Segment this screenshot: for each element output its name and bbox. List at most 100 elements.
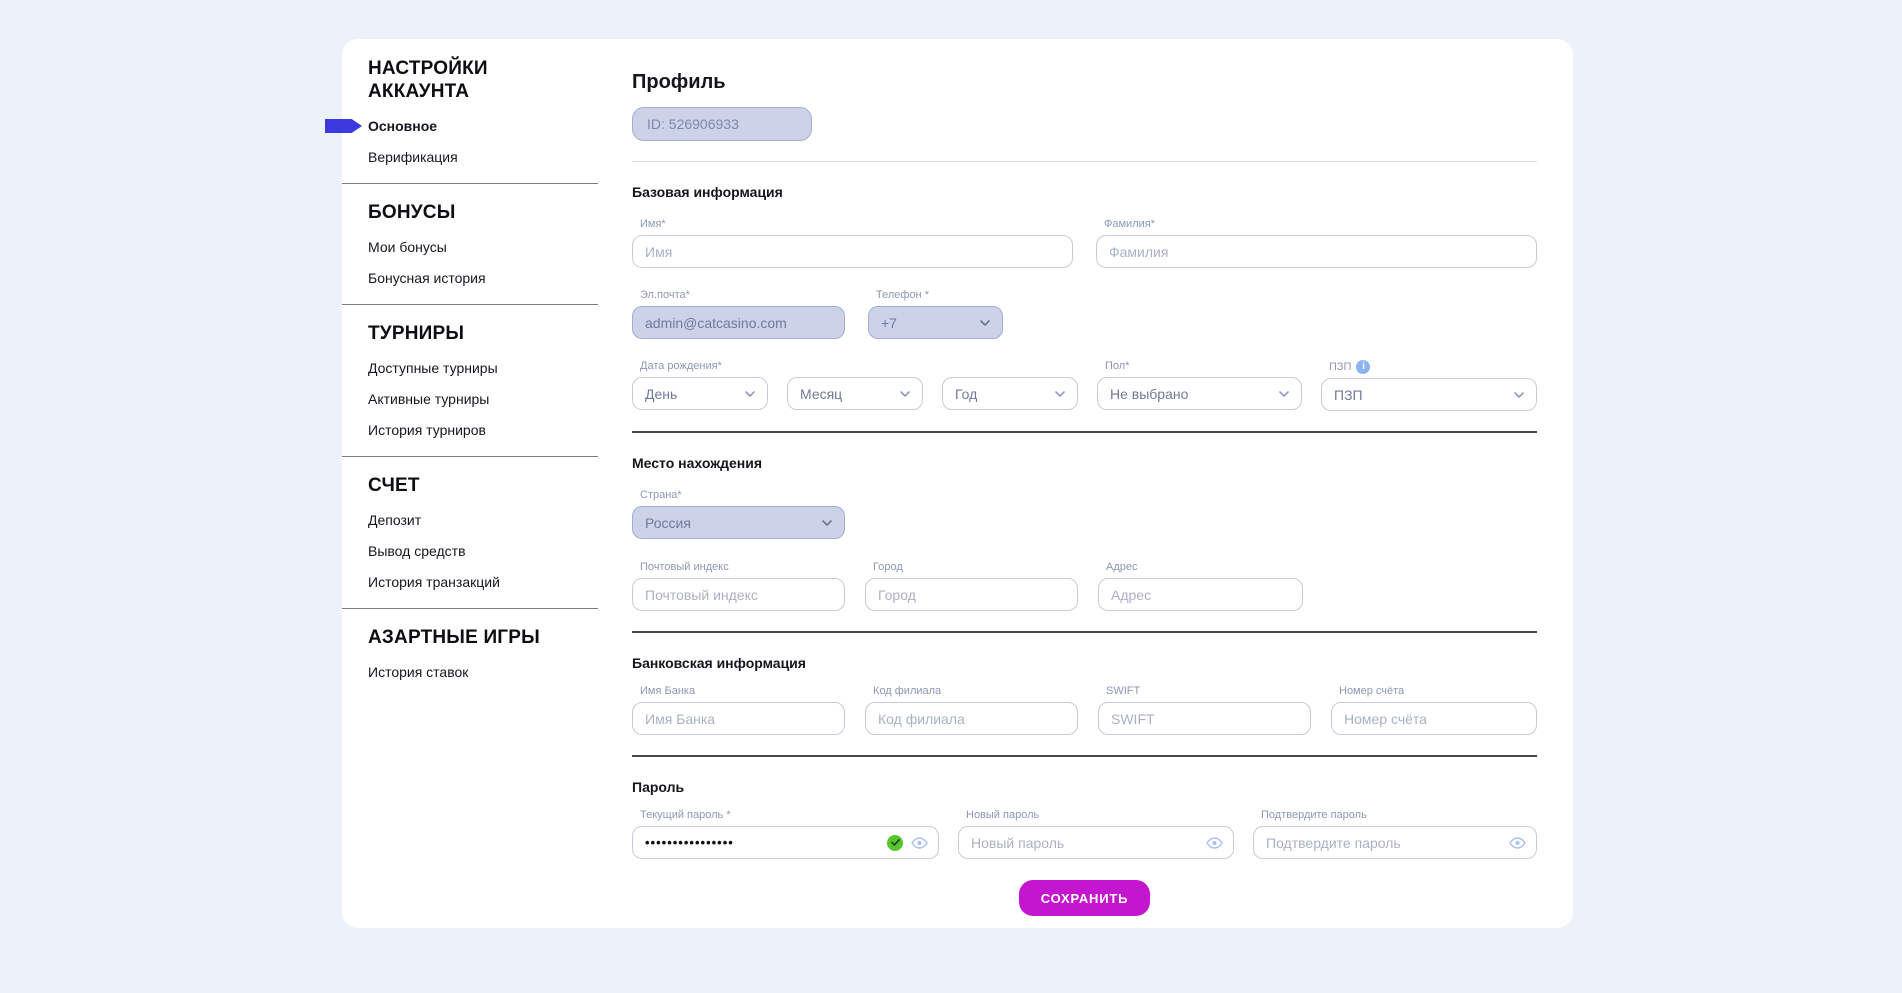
save-button-container: СОХРАНИТЬ — [632, 880, 1537, 916]
sidebar-item-label: Верификация — [368, 149, 458, 165]
confirm-password-input[interactable] — [1253, 826, 1537, 859]
sidebar-item-tournament-history[interactable]: История турниров — [368, 422, 572, 438]
bank-name-label: Имя Банка — [640, 685, 845, 698]
sidebar-item-deposit[interactable]: Депозит — [368, 512, 572, 528]
sidebar-item-my-bonuses[interactable]: Мои бонусы — [368, 239, 572, 255]
gender-field: Пол* Не выбрано — [1097, 360, 1302, 411]
pzp-label-text: ПЗП — [1329, 361, 1351, 374]
address-input[interactable] — [1098, 578, 1303, 611]
new-password-label: Новый пароль — [966, 809, 1234, 822]
sidebar-item-label: Основное — [368, 118, 437, 134]
postal-code-input[interactable] — [632, 578, 845, 611]
password-row: Текущий пароль * Новый пароль — [632, 809, 1537, 859]
last-name-input[interactable] — [1096, 235, 1537, 268]
sidebar-heading-account-settings: НАСТРОЙКИ АККАУНТА — [368, 57, 572, 103]
birth-year-label — [950, 360, 1078, 373]
page-title: Профиль — [632, 70, 1537, 94]
sidebar-item-active-tournaments[interactable]: Активные турниры — [368, 391, 572, 407]
sidebar-item-bonus-history[interactable]: Бонусная история — [368, 270, 572, 286]
current-password-field: Текущий пароль * — [632, 809, 939, 859]
new-password-field: Новый пароль — [958, 809, 1234, 859]
account-number-input[interactable] — [1331, 702, 1537, 735]
sidebar-heading-bonuses: БОНУСЫ — [368, 201, 572, 224]
gender-value: Не выбрано — [1110, 386, 1188, 402]
birth-year-value: Год — [955, 386, 977, 402]
branch-code-input[interactable] — [865, 702, 1078, 735]
profile-main: Профиль ID: 526906933 Базовая информация… — [598, 39, 1573, 928]
chevron-down-icon — [980, 320, 990, 326]
swift-label: SWIFT — [1106, 685, 1311, 698]
country-select: Россия — [632, 506, 845, 539]
birth-year-select[interactable]: Год — [942, 377, 1078, 410]
sidebar-section-account: НАСТРОЙКИ АККАУНТА Основное Верификация — [342, 39, 598, 184]
chevron-down-icon — [900, 391, 910, 397]
sidebar: НАСТРОЙКИ АККАУНТА Основное Верификация … — [342, 39, 598, 928]
sidebar-section-account-money: СЧЕТ Депозит Вывод средств История транз… — [342, 457, 598, 609]
city-input[interactable] — [865, 578, 1078, 611]
first-name-field: Имя* — [632, 218, 1073, 268]
location-heading: Место нахождения — [632, 454, 1537, 472]
phone-code-select: +7 — [868, 306, 1003, 339]
country-row: Страна* Россия — [632, 489, 1537, 539]
sidebar-heading-gambling: АЗАРТНЫЕ ИГРЫ — [368, 626, 572, 649]
current-password-label: Текущий пароль * — [640, 809, 939, 822]
birth-month-value: Месяц — [800, 386, 842, 402]
sidebar-item-main[interactable]: Основное — [368, 118, 572, 134]
phone-label: Телефон * — [876, 289, 1003, 302]
eye-icon[interactable] — [1206, 837, 1223, 849]
sidebar-item-available-tournaments[interactable]: Доступные турниры — [368, 360, 572, 376]
city-label: Город — [873, 561, 1078, 574]
account-number-field: Номер счёта — [1331, 685, 1537, 735]
eye-icon[interactable] — [1509, 837, 1526, 849]
chevron-down-icon — [822, 520, 832, 526]
country-value: Россия — [645, 515, 691, 531]
info-icon[interactable]: i — [1356, 360, 1370, 374]
sidebar-item-label: История турниров — [368, 422, 486, 438]
eye-icon[interactable] — [911, 837, 928, 849]
sidebar-item-verification[interactable]: Верификация — [368, 149, 572, 165]
last-name-label: Фамилия* — [1104, 218, 1537, 231]
sidebar-item-transaction-history[interactable]: История транзакций — [368, 574, 572, 590]
new-password-input[interactable] — [958, 826, 1234, 859]
birth-day-field: Дата рождения* День — [632, 360, 768, 411]
swift-field: SWIFT — [1098, 685, 1311, 735]
section-divider — [632, 161, 1537, 162]
sidebar-section-gambling: АЗАРТНЫЕ ИГРЫ История ставок — [342, 609, 598, 698]
sidebar-item-label: Депозит — [368, 512, 421, 528]
active-item-arrow-icon — [325, 119, 362, 133]
email-field: Эл.почта* — [632, 289, 845, 339]
sidebar-item-label: Вывод средств — [368, 543, 466, 559]
phone-code-value: +7 — [881, 315, 897, 331]
postal-code-field: Почтовый индекс — [632, 561, 845, 611]
section-divider — [632, 631, 1537, 633]
birth-month-select[interactable]: Месяц — [787, 377, 923, 410]
address-row: Почтовый индекс Город Адрес — [632, 561, 1537, 611]
gender-select[interactable]: Не выбрано — [1097, 377, 1302, 410]
save-button[interactable]: СОХРАНИТЬ — [1019, 880, 1151, 916]
chevron-down-icon — [1279, 391, 1289, 397]
account-settings-card: НАСТРОЙКИ АККАУНТА Основное Верификация … — [342, 39, 1573, 928]
sidebar-item-withdrawal[interactable]: Вывод средств — [368, 543, 572, 559]
first-name-input[interactable] — [632, 235, 1073, 268]
birth-month-label — [795, 360, 923, 373]
section-divider — [632, 431, 1537, 433]
swift-input[interactable] — [1098, 702, 1311, 735]
postal-code-label: Почтовый индекс — [640, 561, 845, 574]
sidebar-section-bonuses: БОНУСЫ Мои бонусы Бонусная история — [342, 184, 598, 305]
pzp-select[interactable]: ПЗП — [1321, 378, 1537, 411]
branch-code-field: Код филиала — [865, 685, 1078, 735]
profile-id-field: ID: 526906933 — [632, 107, 812, 141]
birth-gender-row: Дата рождения* День Месяц — [632, 360, 1537, 411]
sidebar-item-bet-history[interactable]: История ставок — [368, 664, 572, 680]
birth-day-select[interactable]: День — [632, 377, 768, 410]
sidebar-item-label: Активные турниры — [368, 391, 489, 407]
sidebar-item-label: Мои бонусы — [368, 239, 447, 255]
password-heading: Пароль — [632, 778, 1537, 796]
bank-info-heading: Банковская информация — [632, 654, 1537, 672]
bank-name-input[interactable] — [632, 702, 845, 735]
sidebar-item-label: Доступные турниры — [368, 360, 498, 376]
first-name-label: Имя* — [640, 218, 1073, 231]
chevron-down-icon — [1514, 392, 1524, 398]
confirm-password-field: Подтвердите пароль — [1253, 809, 1537, 859]
birth-date-label: Дата рождения* — [640, 360, 768, 373]
